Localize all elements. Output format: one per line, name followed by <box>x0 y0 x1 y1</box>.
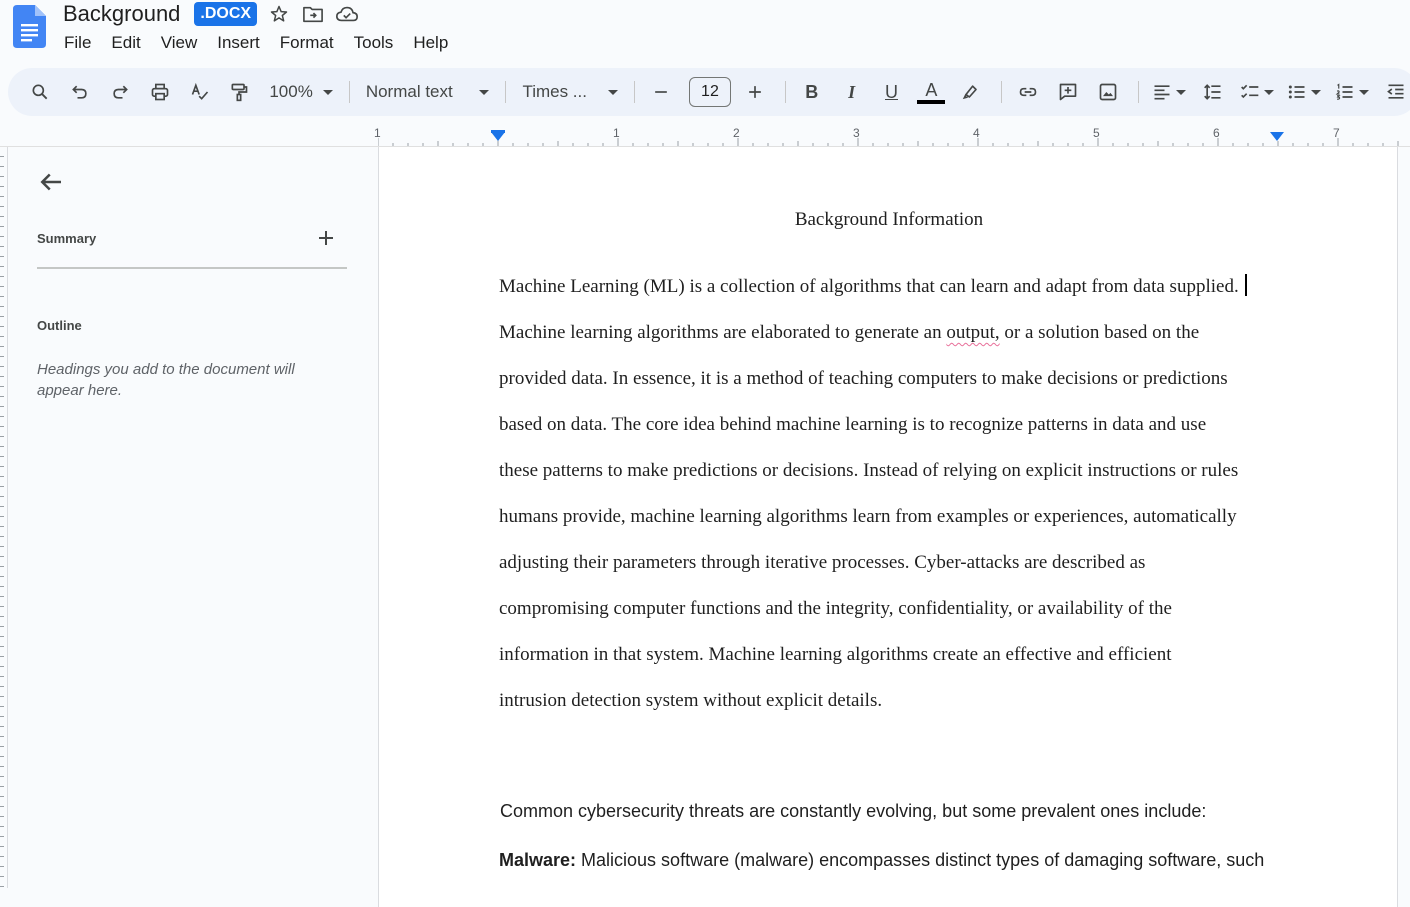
menu-view[interactable]: View <box>151 30 208 56</box>
add-comment-icon[interactable] <box>1050 76 1086 108</box>
menu-bar: File Edit View Insert Format Tools Help <box>54 30 458 56</box>
text-line[interactable]: intrusion detection system without expli… <box>499 688 1289 734</box>
vertical-ruler[interactable] <box>0 147 8 888</box>
text-run: Machine learning algorithms are elaborat… <box>499 322 947 343</box>
add-summary-icon[interactable] <box>313 225 339 251</box>
text-cursor <box>1244 274 1247 296</box>
increase-font-size-button[interactable] <box>737 76 773 108</box>
chevron-down-icon <box>479 89 490 95</box>
left-indent-marker[interactable] <box>491 132 505 141</box>
menu-insert[interactable]: Insert <box>207 30 270 56</box>
paragraph-style-dropdown[interactable]: Normal text <box>358 76 498 108</box>
underline-icon: U <box>885 81 898 102</box>
toolbar-divider <box>1001 81 1003 103</box>
text-line[interactable]: based on data. The core idea behind mach… <box>499 412 1289 458</box>
checklist-icon[interactable] <box>1235 76 1279 108</box>
google-docs-logo-icon[interactable] <box>13 5 46 48</box>
app-header: Background .DOCX File Edit View Insert F… <box>0 0 1410 66</box>
outline-label: Outline <box>37 318 82 333</box>
chevron-down-icon <box>322 89 333 95</box>
print-icon[interactable] <box>142 76 178 108</box>
numbered-list-icon[interactable] <box>1330 76 1374 108</box>
chevron-down-icon <box>608 89 619 95</box>
toolbar-divider <box>348 81 350 103</box>
right-indent-marker[interactable] <box>1270 132 1284 141</box>
summary-label: Summary <box>37 231 97 246</box>
zoom-dropdown[interactable]: 100% <box>261 76 340 108</box>
text-run: or a solution based on the <box>999 322 1200 343</box>
text-line[interactable]: Machine Learning (ML) is a collection of… <box>499 274 1289 320</box>
bold-icon: B <box>805 81 819 102</box>
text-line[interactable]: adjusting their parameters through itera… <box>499 550 1289 596</box>
text-color-swatch <box>917 99 946 104</box>
search-menus-icon[interactable] <box>22 76 58 108</box>
spellcheck-flagged-word[interactable]: output, <box>946 322 999 343</box>
text-line[interactable]: Machine learning algorithms are elaborat… <box>499 320 1289 366</box>
text-run: Malicious software (malware) encompasses… <box>576 850 1265 870</box>
bulleted-list-icon[interactable] <box>1283 76 1327 108</box>
underline-button[interactable]: U <box>874 76 910 108</box>
paragraph-threats-intro[interactable]: Common cybersecurity threats are constan… <box>500 801 1206 822</box>
decrease-font-size-button[interactable] <box>643 76 679 108</box>
line-spacing-icon[interactable] <box>1195 76 1231 108</box>
chevron-down-icon <box>1175 89 1186 95</box>
text-line[interactable]: compromising computer functions and the … <box>499 596 1289 642</box>
font-dropdown[interactable]: Times ... <box>514 76 626 108</box>
undo-icon[interactable] <box>62 76 98 108</box>
toolbar-divider <box>784 81 786 103</box>
horizontal-ruler[interactable]: 1 1 2 3 4 5 6 7 <box>374 124 1410 146</box>
text-line[interactable]: provided data. In essence, it is a metho… <box>499 366 1289 412</box>
text-line[interactable]: information in that system. Machine lear… <box>499 642 1289 688</box>
star-icon[interactable] <box>267 2 291 26</box>
paragraph-ml[interactable]: Machine Learning (ML) is a collection of… <box>499 274 1289 734</box>
text-color-button[interactable]: A <box>913 76 949 108</box>
menu-tools[interactable]: Tools <box>344 30 404 56</box>
font-size-input[interactable]: 12 <box>689 77 731 107</box>
docx-badge: .DOCX <box>194 2 258 26</box>
italic-button[interactable]: I <box>834 76 870 108</box>
ruler-ticks <box>378 138 1399 146</box>
text-line[interactable]: humans provide, machine learning algorit… <box>499 504 1289 550</box>
text-color-icon: A <box>925 79 938 100</box>
zoom-value: 100% <box>269 82 313 101</box>
decrease-indent-icon[interactable] <box>1378 76 1410 108</box>
align-left-icon[interactable] <box>1147 76 1191 108</box>
chevron-down-icon <box>1311 89 1322 95</box>
italic-icon: I <box>848 81 856 102</box>
cloud-status-icon[interactable] <box>335 2 359 26</box>
text-line[interactable]: these patterns to make predictions or de… <box>499 458 1289 504</box>
insert-link-icon[interactable] <box>1010 76 1046 108</box>
document-title[interactable]: Background <box>63 1 180 27</box>
bold-button[interactable]: B <box>794 76 830 108</box>
title-row: Background .DOCX <box>63 0 359 28</box>
toolbar: 100% Normal text Times ... 12 B I U A <box>8 68 1410 116</box>
menu-format[interactable]: Format <box>270 30 344 56</box>
chevron-down-icon <box>1359 89 1370 95</box>
outline-empty-hint: Headings you add to the document will ap… <box>37 361 295 399</box>
paragraph-malware[interactable]: Malware: Malicious software (malware) en… <box>499 850 1264 871</box>
toolbar-divider <box>1137 81 1139 103</box>
menu-file[interactable]: File <box>54 30 101 56</box>
paint-format-icon[interactable] <box>221 76 257 108</box>
back-arrow-icon[interactable] <box>36 167 66 197</box>
malware-term: Malware: <box>499 850 577 870</box>
spellcheck-icon[interactable] <box>182 76 218 108</box>
menu-edit[interactable]: Edit <box>101 30 150 56</box>
insert-image-icon[interactable] <box>1090 76 1126 108</box>
highlight-color-icon[interactable] <box>953 76 989 108</box>
style-value: Normal text <box>365 82 453 101</box>
font-value: Times ... <box>522 82 587 101</box>
document-page[interactable]: Background Information Machine Learning … <box>378 147 1398 907</box>
redo-icon[interactable] <box>102 76 138 108</box>
move-folder-icon[interactable] <box>301 2 325 26</box>
document-canvas[interactable]: Background Information Machine Learning … <box>378 147 1410 907</box>
toolbar-divider <box>505 81 507 103</box>
menu-help[interactable]: Help <box>403 30 458 56</box>
toolbar-divider <box>634 81 636 103</box>
document-outline-panel: Summary Outline Headings you add to the … <box>8 147 378 888</box>
document-heading[interactable]: Background Information <box>379 209 1399 231</box>
text-run: Machine Learning (ML) is a collection of… <box>499 276 1239 297</box>
summary-divider <box>37 267 347 269</box>
chevron-down-icon <box>1263 89 1274 95</box>
